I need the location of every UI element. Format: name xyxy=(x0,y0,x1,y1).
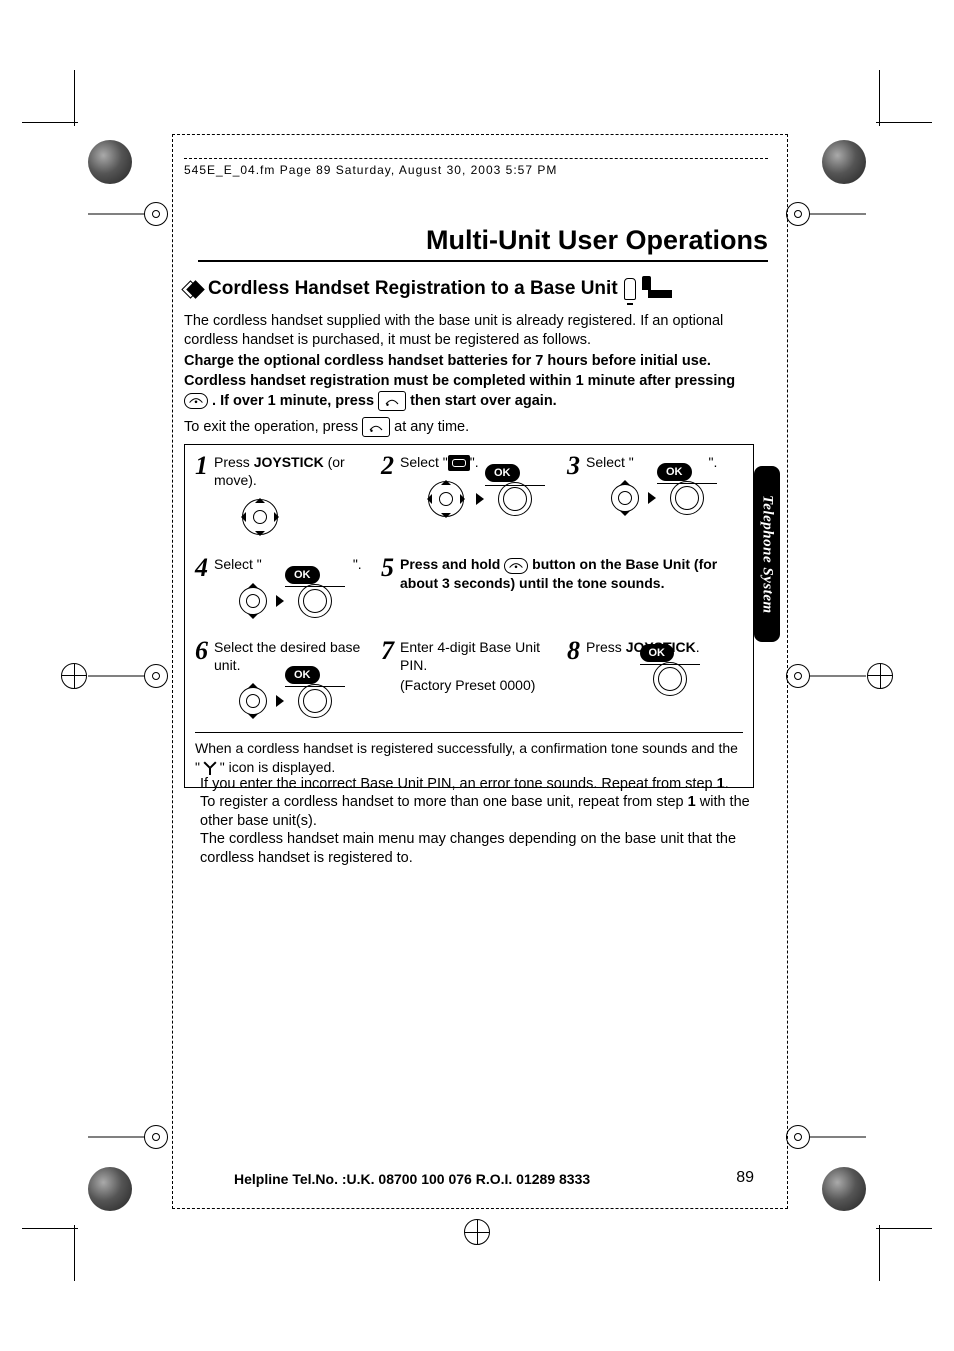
joystick-updown-icon xyxy=(610,477,640,519)
center-button-icon xyxy=(298,684,332,718)
page-number: 89 xyxy=(736,1169,754,1187)
step-6: 6 Select the desired base unit. OK xyxy=(195,638,371,722)
then-arrow-icon xyxy=(476,493,490,505)
helpline-footer: Helpline Tel.No. :U.K. 08700 100 076 R.O… xyxy=(234,1171,590,1187)
ok-key-icon: OK xyxy=(640,644,675,662)
pager-button-icon xyxy=(184,393,208,409)
step-7: 7 Enter 4-digit Base Unit PIN. (Factory … xyxy=(381,638,557,722)
steps-note: When a cordless handset is registered su… xyxy=(195,732,743,777)
base-unit-icon xyxy=(642,280,672,298)
page-title: Multi-Unit User Operations xyxy=(198,225,768,262)
joystick-updown-icon xyxy=(238,680,268,722)
step-8: 8 Press JOYSTICK. OK xyxy=(567,638,743,722)
intro-text: The cordless handset supplied with the b… xyxy=(184,312,754,350)
registration-handle-icon xyxy=(88,1127,168,1147)
joystick-icon xyxy=(238,495,282,539)
center-button-icon xyxy=(298,584,332,618)
post-note-2: To register a cordless handset to more t… xyxy=(200,793,754,831)
step-1: 1 Press JOYSTICK (or move). xyxy=(195,453,371,539)
step-2: 2 Select "". OK xyxy=(381,453,557,539)
step-4: 4 Select "Register H/Set". OK xyxy=(195,555,371,621)
running-header: 545E_E_04.fm Page 89 Saturday, August 30… xyxy=(184,163,557,177)
step-3: 3 Select "Registration". OK xyxy=(567,453,743,539)
section-heading: Cordless Handset Registration to a Base … xyxy=(184,278,754,300)
then-arrow-icon xyxy=(648,492,662,504)
ok-key-icon: OK xyxy=(485,464,520,482)
ok-key-icon: OK xyxy=(657,463,692,481)
joystick-updown-icon xyxy=(238,580,268,622)
registration-handle-icon xyxy=(786,1127,866,1147)
settings-icon xyxy=(448,455,470,471)
hangup-button-icon xyxy=(362,417,390,437)
then-arrow-icon xyxy=(276,595,290,607)
registration-dot-icon xyxy=(88,140,132,184)
registration-handle-icon xyxy=(88,204,168,224)
post-note-3: The cordless handset main menu may chang… xyxy=(200,830,754,868)
pager-button-icon xyxy=(504,558,528,574)
hangup-button-icon xyxy=(378,391,406,411)
post-note-1: If you enter the incorrect Base Unit PIN… xyxy=(200,775,754,794)
then-arrow-icon xyxy=(276,695,290,707)
crop-cross-icon xyxy=(464,1219,490,1245)
center-button-icon xyxy=(498,482,532,516)
charge-warning: Charge the optional cordless handset bat… xyxy=(184,352,754,371)
section-tab: Telephone System xyxy=(754,466,780,642)
registration-dot-icon xyxy=(822,140,866,184)
ok-key-icon: OK xyxy=(285,566,320,584)
registration-handle-icon xyxy=(88,666,168,686)
handset-icon xyxy=(624,278,636,300)
registration-dot-icon xyxy=(822,1167,866,1211)
ok-key-icon: OK xyxy=(285,666,320,684)
joystick-icon xyxy=(424,477,468,521)
registration-handle-icon xyxy=(786,666,866,686)
step-5: 5 Press and hold button on the Base Unit… xyxy=(381,555,743,621)
crop-cross-icon xyxy=(867,663,893,689)
exit-instruction: To exit the operation, press at any time… xyxy=(184,417,754,437)
crop-cross-icon xyxy=(61,663,87,689)
registration-handle-icon xyxy=(786,204,866,224)
center-button-icon xyxy=(670,481,704,515)
center-button-icon xyxy=(653,662,687,696)
header-rule xyxy=(184,158,768,159)
antenna-icon xyxy=(204,762,216,774)
steps-box: 1 Press JOYSTICK (or move). 2 S xyxy=(184,444,754,788)
timing-warning: Cordless handset registration must be co… xyxy=(184,372,754,411)
registration-dot-icon xyxy=(88,1167,132,1211)
